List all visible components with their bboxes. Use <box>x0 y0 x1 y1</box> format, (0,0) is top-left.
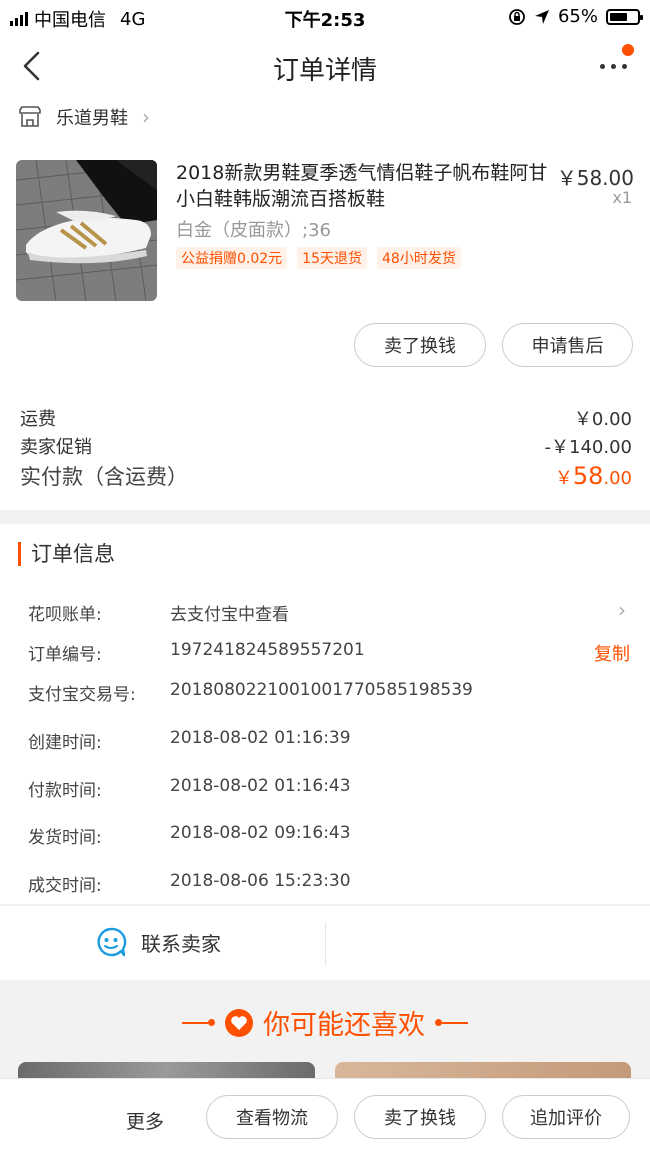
shipping-fee-row: 运费 ￥0.00 <box>20 405 632 431</box>
orientation-lock-icon <box>509 8 525 25</box>
product-price: ￥58.00 <box>556 166 634 190</box>
total-paid-amount: ￥58.00 <box>555 462 632 490</box>
status-bar: 中国电信 4G 下午2:53 65% <box>0 0 650 34</box>
total-paid-label: 实付款（含运费） <box>20 465 188 489</box>
product-title[interactable]: 2018新款男鞋夏季透气情侣鞋子帆布鞋阿甘小白鞋韩版潮流百搭板鞋 <box>176 160 548 212</box>
shop-name: 乐道男鞋 <box>56 108 128 129</box>
service-tags: 公益捐赠0.02元 15天退货 48小时发货 <box>176 247 461 269</box>
order-item-card: 乐道男鞋 › 2018新款男鞋夏季透气情侣鞋子帆布鞋阿甘小白鞋韩版潮流百搭板鞋 … <box>0 100 650 510</box>
sell-for-cash-bottom-button[interactable]: 卖了换钱 <box>354 1095 486 1139</box>
info-label: 花呗账单: <box>28 605 102 625</box>
location-arrow-icon <box>534 9 549 24</box>
recommend-card[interactable] <box>18 1062 315 1078</box>
tag-charity: 公益捐赠0.02元 <box>176 247 288 269</box>
total-integer: 58 <box>572 462 604 490</box>
page-title: 订单详情 <box>272 56 377 86</box>
total-decimal: .00 <box>603 468 632 489</box>
tag-return: 15天退货 <box>297 247 367 269</box>
info-value: 2018-08-02 01:16:39 <box>170 728 351 748</box>
recommend-header: 你可能还喜欢 <box>0 1003 650 1042</box>
info-label: 创建时间: <box>28 733 102 753</box>
add-review-button[interactable]: 追加评价 <box>502 1095 630 1139</box>
notification-badge <box>622 44 634 56</box>
product-image[interactable] <box>16 160 157 301</box>
battery-percent: 65% <box>557 6 598 27</box>
info-value: 去支付宝中查看 <box>170 605 289 625</box>
info-label: 付款时间: <box>28 781 102 801</box>
contact-seller-label: 联系卖家 <box>141 931 221 956</box>
product-sku: 白金（皮面款）;36 <box>176 220 331 241</box>
tag-shipping: 48小时发货 <box>377 247 461 269</box>
shop-header[interactable]: 乐道男鞋 › <box>18 104 150 130</box>
recommend-title: 你可能还喜欢 <box>263 1010 425 1041</box>
seller-promo-label: 卖家促销 <box>20 437 92 458</box>
copy-button[interactable]: 复制 <box>594 640 630 666</box>
battery-icon <box>606 8 643 25</box>
view-logistics-button[interactable]: 查看物流 <box>206 1095 338 1139</box>
more-dots-icon <box>600 64 627 69</box>
chevron-right-icon: › <box>142 105 150 129</box>
total-currency: ￥ <box>554 468 573 489</box>
info-label: 订单编号: <box>28 645 102 665</box>
decor-line-right <box>435 1019 468 1026</box>
info-value: 197241824589557201 <box>170 640 365 660</box>
order-info-title: 订单信息 <box>18 542 115 566</box>
status-right: 65% <box>508 6 643 27</box>
bottom-action-bar: 更多 查看物流 卖了换钱 追加评价 <box>0 1078 650 1155</box>
more-actions-button[interactable]: 更多 <box>126 1107 164 1134</box>
chat-bubble-icon <box>97 927 127 957</box>
contact-seller-button[interactable]: 联系卖家 <box>95 926 221 958</box>
shipping-fee-value: ￥0.00 <box>573 409 632 430</box>
info-value: 2018-08-06 15:23:30 <box>170 871 351 891</box>
sell-for-cash-button[interactable]: 卖了换钱 <box>354 323 486 367</box>
product-quantity: x1 <box>612 188 632 207</box>
heart-icon <box>225 1008 253 1037</box>
order-info-section: 订单信息 花呗账单: 去支付宝中查看 › 订单编号: 1972418245895… <box>0 524 650 904</box>
info-value: 2018-08-02 01:16:43 <box>170 776 351 796</box>
shipping-fee-label: 运费 <box>20 409 56 430</box>
seller-promo-value: -￥140.00 <box>544 437 632 458</box>
info-value: 2018080221001001770585198539 <box>170 680 473 700</box>
seller-promo-row: 卖家促销 -￥140.00 <box>20 433 632 459</box>
info-label: 发货时间: <box>28 828 102 848</box>
divider <box>325 922 326 966</box>
store-icon <box>19 106 41 127</box>
recommend-card[interactable] <box>335 1062 631 1078</box>
nav-bar: 订单详情 <box>0 34 650 100</box>
more-button[interactable] <box>598 44 634 82</box>
total-paid-row: 实付款（含运费） ￥58.00 <box>20 461 632 491</box>
info-label: 支付宝交易号: <box>28 685 136 705</box>
decor-line-left <box>182 1019 215 1026</box>
contact-bar: 联系卖家 <box>0 905 650 980</box>
info-value: 2018-08-02 09:16:43 <box>170 823 351 843</box>
chevron-right-icon: › <box>618 598 626 622</box>
after-sale-button[interactable]: 申请售后 <box>502 323 633 367</box>
info-label: 成交时间: <box>28 876 102 896</box>
